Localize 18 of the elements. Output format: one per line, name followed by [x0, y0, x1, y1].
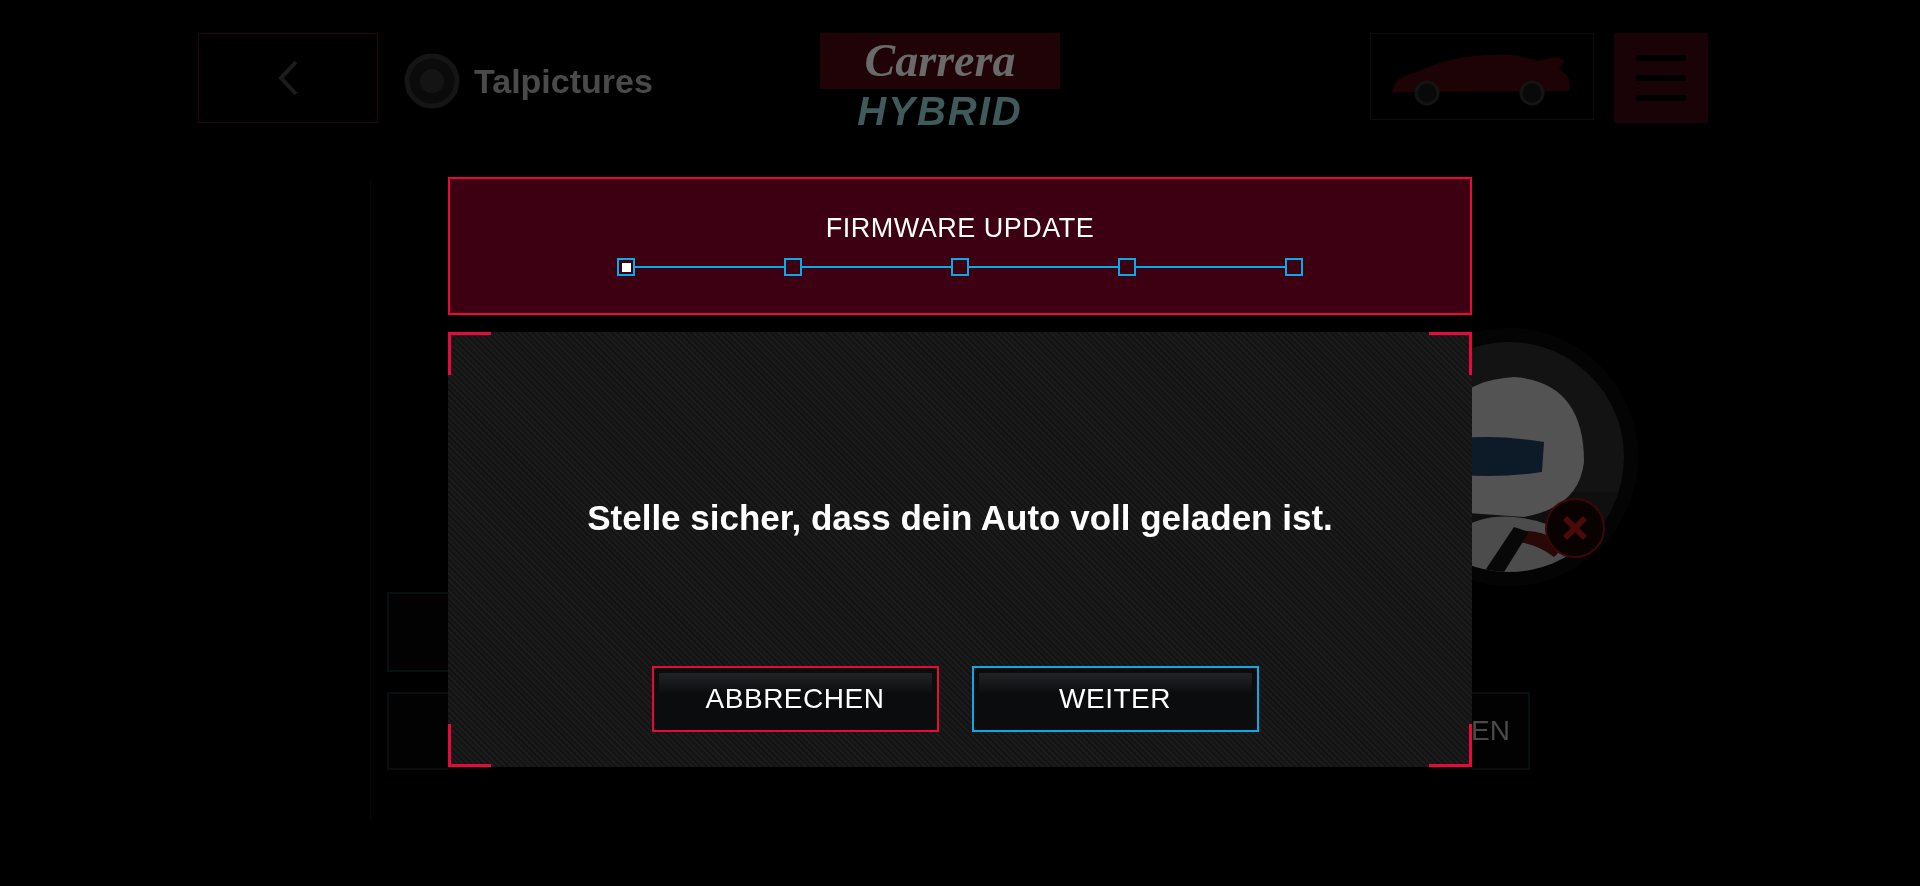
- back-icon: [277, 59, 299, 97]
- corner-bracket: [448, 724, 491, 767]
- corner-bracket: [1429, 724, 1472, 767]
- menu-icon: [1636, 55, 1686, 101]
- profile-name: Talpictures: [474, 61, 653, 101]
- cancel-button[interactable]: ABBRECHEN: [651, 666, 939, 732]
- close-icon[interactable]: [1544, 497, 1606, 559]
- corner-bracket: [448, 332, 491, 375]
- dialog-message: Stelle sicher, dass dein Auto voll geladen ist.: [587, 498, 1333, 538]
- back-button[interactable]: [198, 33, 378, 123]
- dialog-title: FIRMWARE UPDATE: [825, 213, 1095, 244]
- menu-button[interactable]: [1614, 33, 1708, 123]
- continue-button[interactable]: WEITER: [971, 666, 1259, 732]
- background-button[interactable]: [387, 592, 448, 672]
- background-button[interactable]: [387, 692, 448, 770]
- car-button[interactable]: [1370, 33, 1594, 120]
- button-label: EN: [1471, 715, 1510, 747]
- corner-bracket: [1429, 332, 1472, 375]
